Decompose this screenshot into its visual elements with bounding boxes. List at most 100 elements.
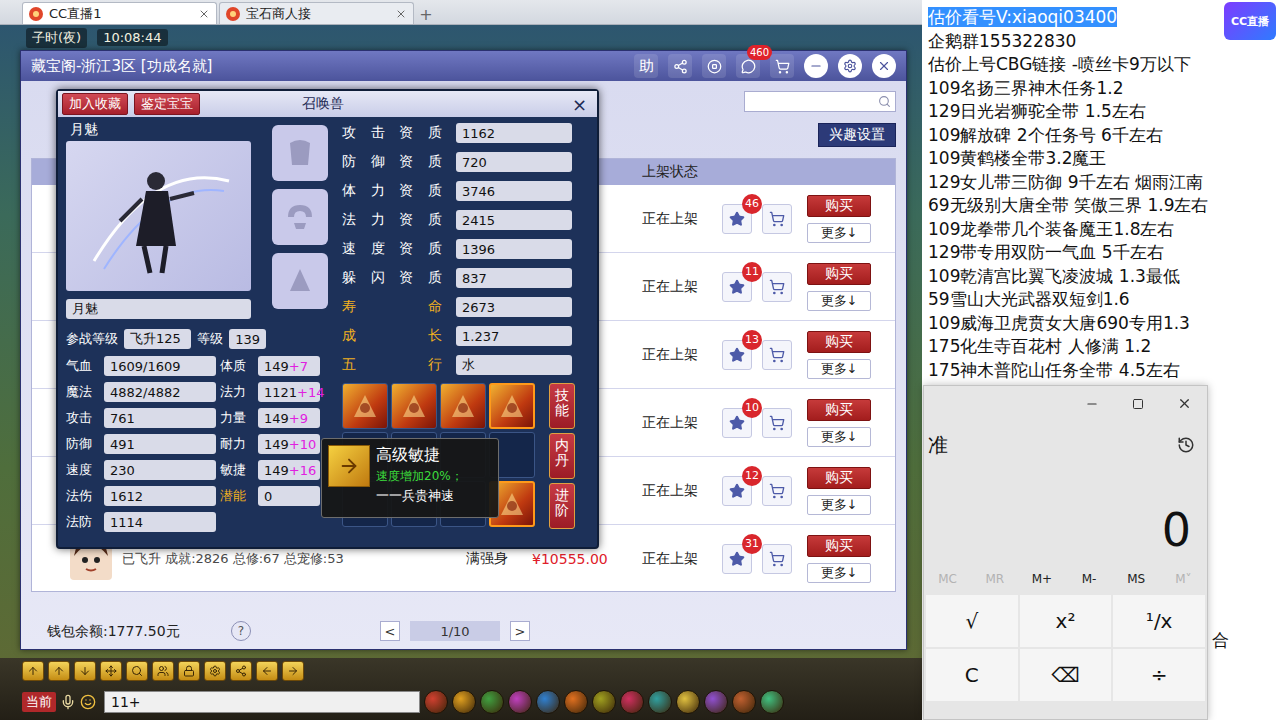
- equipment-slot[interactable]: [272, 189, 328, 245]
- calculator-key[interactable]: C: [926, 649, 1018, 701]
- buy-button[interactable]: 购买: [807, 467, 871, 489]
- skill-slot[interactable]: [391, 383, 437, 429]
- mic-icon[interactable]: [60, 694, 76, 710]
- game-item-icon[interactable]: [592, 690, 616, 714]
- game-tool-button[interactable]: [152, 661, 174, 681]
- game-tool-button[interactable]: [204, 661, 226, 681]
- game-item-icon[interactable]: [452, 690, 476, 714]
- more-button[interactable]: 更多↓: [807, 563, 871, 583]
- game-item-icon[interactable]: [620, 690, 644, 714]
- memory-key[interactable]: M-: [1066, 572, 1113, 586]
- skill-slot[interactable]: [440, 383, 486, 429]
- game-tool-button[interactable]: [230, 661, 252, 681]
- side-tab-button[interactable]: 进阶: [549, 483, 575, 529]
- note-line[interactable]: 109龙拳带几个装备魔王1.8左右: [928, 218, 1280, 242]
- game-item-icon[interactable]: [760, 690, 784, 714]
- note-line[interactable]: 175神木普陀山任务全带 4.5左右: [928, 359, 1280, 383]
- more-button[interactable]: 更多↓: [807, 427, 871, 447]
- skill-slot[interactable]: [489, 383, 535, 429]
- note-line[interactable]: 129女儿带三防御 9千左右 烟雨江南: [928, 171, 1280, 195]
- note-line[interactable]: 69无级别大唐全带 笑傲三界 1.9左右: [928, 194, 1280, 218]
- note-line[interactable]: 175化生寺百花村 人修满 1.2: [928, 335, 1280, 359]
- cart-button[interactable]: [770, 54, 794, 78]
- close-icon[interactable]: [395, 8, 407, 20]
- prev-page-button[interactable]: <: [380, 621, 400, 641]
- favorite-button[interactable]: 13: [722, 340, 752, 370]
- game-tool-button[interactable]: [282, 661, 304, 681]
- game-tool-button[interactable]: [126, 661, 148, 681]
- minimize-button[interactable]: [1069, 386, 1115, 421]
- pet-close-button[interactable]: ×: [566, 94, 593, 115]
- minimize-button[interactable]: [804, 54, 828, 78]
- skill-slot[interactable]: [342, 383, 388, 429]
- chat-input[interactable]: 11+: [104, 691, 420, 713]
- memory-key[interactable]: MR: [971, 572, 1018, 586]
- equipment-slot[interactable]: [272, 125, 328, 181]
- browser-tab[interactable]: CC直播1: [22, 2, 217, 24]
- more-button[interactable]: 更多↓: [807, 291, 871, 311]
- browser-tab[interactable]: 宝石商人接: [219, 2, 414, 24]
- add-to-cart-button[interactable]: [762, 340, 792, 370]
- add-to-cart-button[interactable]: [762, 476, 792, 506]
- note-line[interactable]: 129日光岩狮驼全带 1.5左右: [928, 100, 1280, 124]
- more-button[interactable]: 更多↓: [807, 495, 871, 515]
- stop-button[interactable]: [702, 54, 726, 78]
- add-to-cart-button[interactable]: [762, 408, 792, 438]
- equipment-slot[interactable]: [272, 253, 328, 309]
- collect-button[interactable]: 加入收藏: [62, 93, 128, 115]
- game-tool-button[interactable]: [22, 661, 44, 681]
- game-tool-button[interactable]: [74, 661, 96, 681]
- close-icon[interactable]: [198, 8, 210, 20]
- interest-settings-button[interactable]: 兴趣设置: [818, 123, 896, 147]
- game-item-icon[interactable]: [424, 690, 448, 714]
- favorite-button[interactable]: 11: [722, 272, 752, 302]
- favorite-button[interactable]: 46: [722, 204, 752, 234]
- note-line[interactable]: 估价上号CBG链接 -喷丝卡9万以下: [928, 53, 1280, 77]
- settings-button[interactable]: [838, 54, 862, 78]
- memory-key[interactable]: MC: [924, 572, 971, 586]
- note-line[interactable]: 109解放碑 2个任务号 6千左右: [928, 124, 1280, 148]
- identify-button[interactable]: 鉴定宝宝: [134, 93, 200, 115]
- memory-key[interactable]: M+: [1018, 572, 1065, 586]
- close-button[interactable]: [872, 54, 896, 78]
- game-item-icon[interactable]: [704, 690, 728, 714]
- new-tab-button[interactable]: +: [416, 4, 436, 24]
- game-tool-button[interactable]: [48, 661, 70, 681]
- memory-key[interactable]: MS: [1113, 572, 1160, 586]
- note-line[interactable]: 109威海卫虎贲女大唐690专用1.3: [928, 312, 1280, 336]
- emoji-icon[interactable]: [80, 694, 96, 710]
- game-item-icon[interactable]: [648, 690, 672, 714]
- help-button[interactable]: 助: [634, 54, 658, 78]
- side-tab-button[interactable]: 技能: [549, 383, 575, 429]
- help-icon[interactable]: ?: [231, 621, 251, 641]
- buy-button[interactable]: 购买: [807, 263, 871, 285]
- note-line[interactable]: 129带专用双防一气血 5千左右: [928, 241, 1280, 265]
- calculator-key[interactable]: x²: [1020, 595, 1112, 647]
- favorite-button[interactable]: 31: [722, 544, 752, 574]
- more-button[interactable]: 更多↓: [807, 359, 871, 379]
- calculator-key[interactable]: ¹/x: [1113, 595, 1205, 647]
- add-to-cart-button[interactable]: [762, 204, 792, 234]
- game-item-icon[interactable]: [536, 690, 560, 714]
- note-line[interactable]: 59雪山大光武器双短剑1.6: [928, 288, 1280, 312]
- note-line[interactable]: 109乾清宫比翼飞凌波城 1.3最低: [928, 265, 1280, 289]
- game-item-icon[interactable]: [564, 690, 588, 714]
- calculator-key[interactable]: ⌫: [1020, 649, 1112, 701]
- calculator-key[interactable]: ÷: [1113, 649, 1205, 701]
- search-field[interactable]: [744, 91, 896, 112]
- buy-button[interactable]: 购买: [807, 535, 871, 557]
- favorite-button[interactable]: 12: [722, 476, 752, 506]
- calculator-key[interactable]: √: [926, 595, 1018, 647]
- close-button[interactable]: [1161, 386, 1207, 421]
- maximize-button[interactable]: [1115, 386, 1161, 421]
- game-item-icon[interactable]: [480, 690, 504, 714]
- buy-button[interactable]: 购买: [807, 195, 871, 217]
- page-indicator[interactable]: 1/10: [410, 621, 500, 641]
- side-tab-button[interactable]: 内丹: [549, 433, 575, 479]
- buy-button[interactable]: 购买: [807, 399, 871, 421]
- note-line[interactable]: 109名扬三界神木任务1.2: [928, 77, 1280, 101]
- add-to-cart-button[interactable]: [762, 544, 792, 574]
- chat-button[interactable]: 460: [736, 54, 760, 78]
- game-item-icon[interactable]: [508, 690, 532, 714]
- game-tool-button[interactable]: [100, 661, 122, 681]
